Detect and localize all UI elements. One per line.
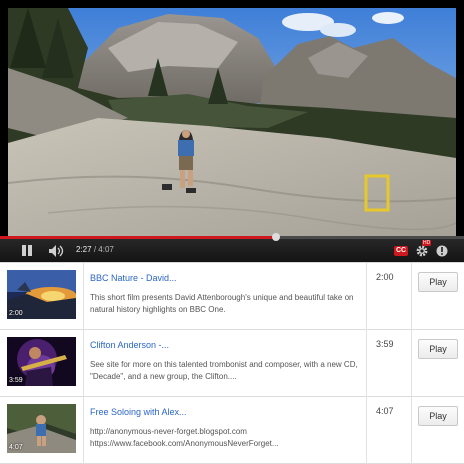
info-cell: Clifton Anderson -... See site for more … <box>84 330 367 397</box>
player-controls: 2:27 / 4:07 CC HD <box>0 233 464 262</box>
video-thumbnail[interactable]: 3:59 <box>7 337 76 386</box>
pause-bar-right <box>28 245 32 256</box>
cc-label: CC <box>395 247 407 254</box>
pause-bar-left <box>22 245 26 256</box>
table-row: 3:59 Clifton Anderson -... See site for … <box>0 330 464 397</box>
closed-captions-icon[interactable]: CC <box>394 246 408 256</box>
pause-icon[interactable] <box>20 244 34 258</box>
video-player[interactable]: 2:27 / 4:07 CC HD <box>0 0 464 262</box>
video-description: See site for more on this talented tromb… <box>90 360 358 381</box>
video-title-link[interactable]: Clifton Anderson -... <box>90 339 360 351</box>
info-cell: BBC Nature - David... This short film pr… <box>84 263 367 330</box>
progress-fill <box>0 236 277 239</box>
table-row: 4:07 Free Soloing with Alex... http://an… <box>0 397 464 464</box>
video-thumbnail[interactable]: 2:00 <box>7 270 76 319</box>
thumbnail-cell: 3:59 <box>0 330 84 397</box>
play-button[interactable]: Play <box>418 406 458 426</box>
duration-cell: 3:59 <box>367 330 412 397</box>
settings-icon[interactable] <box>415 244 429 258</box>
video-title-link[interactable]: BBC Nature - David... <box>90 272 360 284</box>
video-description: http://anonymous-never-forget.blogspot.c… <box>90 426 360 450</box>
playlist-table: 2:00 BBC Nature - David... This short fi… <box>0 262 464 464</box>
video-scene-image <box>8 8 456 238</box>
table-row: 2:00 BBC Nature - David... This short fi… <box>0 263 464 330</box>
thumbnail-duration: 4:07 <box>9 444 23 451</box>
volume-icon[interactable] <box>48 244 66 258</box>
video-frame[interactable] <box>8 8 456 238</box>
video-title-link[interactable]: Free Soloing with Alex... <box>90 406 360 418</box>
play-button[interactable]: Play <box>418 272 458 292</box>
hd-badge: HD <box>422 240 432 246</box>
video-description: This short film presents David Attenboro… <box>90 293 354 314</box>
progress-handle[interactable] <box>272 233 281 241</box>
time-display: 2:27 / 4:07 <box>76 244 114 256</box>
info-cell: Free Soloing with Alex... http://anonymo… <box>84 397 367 464</box>
progress-bar[interactable] <box>0 233 464 241</box>
thumbnail-duration: 3:59 <box>9 377 23 384</box>
play-cell: Play <box>412 263 464 330</box>
description-line: http://anonymous-never-forget.blogspot.c… <box>90 427 247 436</box>
time-total: 4:07 <box>98 245 114 254</box>
duration-cell: 4:07 <box>367 397 412 464</box>
time-current: 2:27 <box>76 245 92 254</box>
description-line: https://www.facebook.com/AnonymousNeverF… <box>90 439 279 448</box>
thumbnail-cell: 2:00 <box>0 263 84 330</box>
duration-cell: 2:00 <box>367 263 412 330</box>
play-cell: Play <box>412 330 464 397</box>
video-thumbnail[interactable]: 4:07 <box>7 404 76 453</box>
play-cell: Play <box>412 397 464 464</box>
thumbnail-duration: 2:00 <box>9 310 23 317</box>
play-button[interactable]: Play <box>418 339 458 359</box>
help-icon[interactable] <box>436 244 448 258</box>
time-separator: / <box>93 245 97 254</box>
thumbnail-cell: 4:07 <box>0 397 84 464</box>
